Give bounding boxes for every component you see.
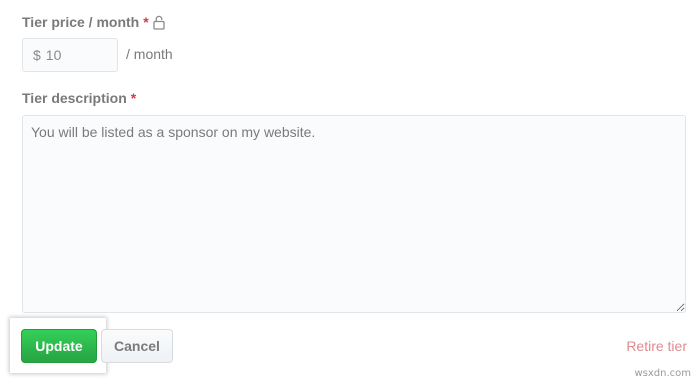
tier-description-label-row: Tier description * — [22, 90, 136, 106]
required-asterisk: * — [130, 90, 137, 106]
watermark: wsxdn.com — [634, 368, 691, 379]
lock-icon — [153, 15, 165, 30]
currency-symbol: $ — [33, 47, 41, 63]
tier-price-input-group[interactable]: $ — [22, 38, 118, 72]
cancel-button[interactable]: Cancel — [101, 329, 173, 363]
tier-price-label-row: Tier price / month * — [22, 14, 165, 30]
update-button[interactable]: Update — [21, 329, 97, 363]
per-month-suffix: / month — [126, 46, 173, 62]
tier-price-label: Tier price / month — [22, 14, 140, 30]
retire-tier-link[interactable]: Retire tier — [626, 338, 687, 354]
tier-description-label: Tier description — [22, 90, 127, 106]
tier-description-textarea[interactable]: You will be listed as a sponsor on my we… — [22, 115, 686, 313]
tier-price-input[interactable] — [45, 47, 96, 63]
required-asterisk: * — [143, 14, 149, 30]
